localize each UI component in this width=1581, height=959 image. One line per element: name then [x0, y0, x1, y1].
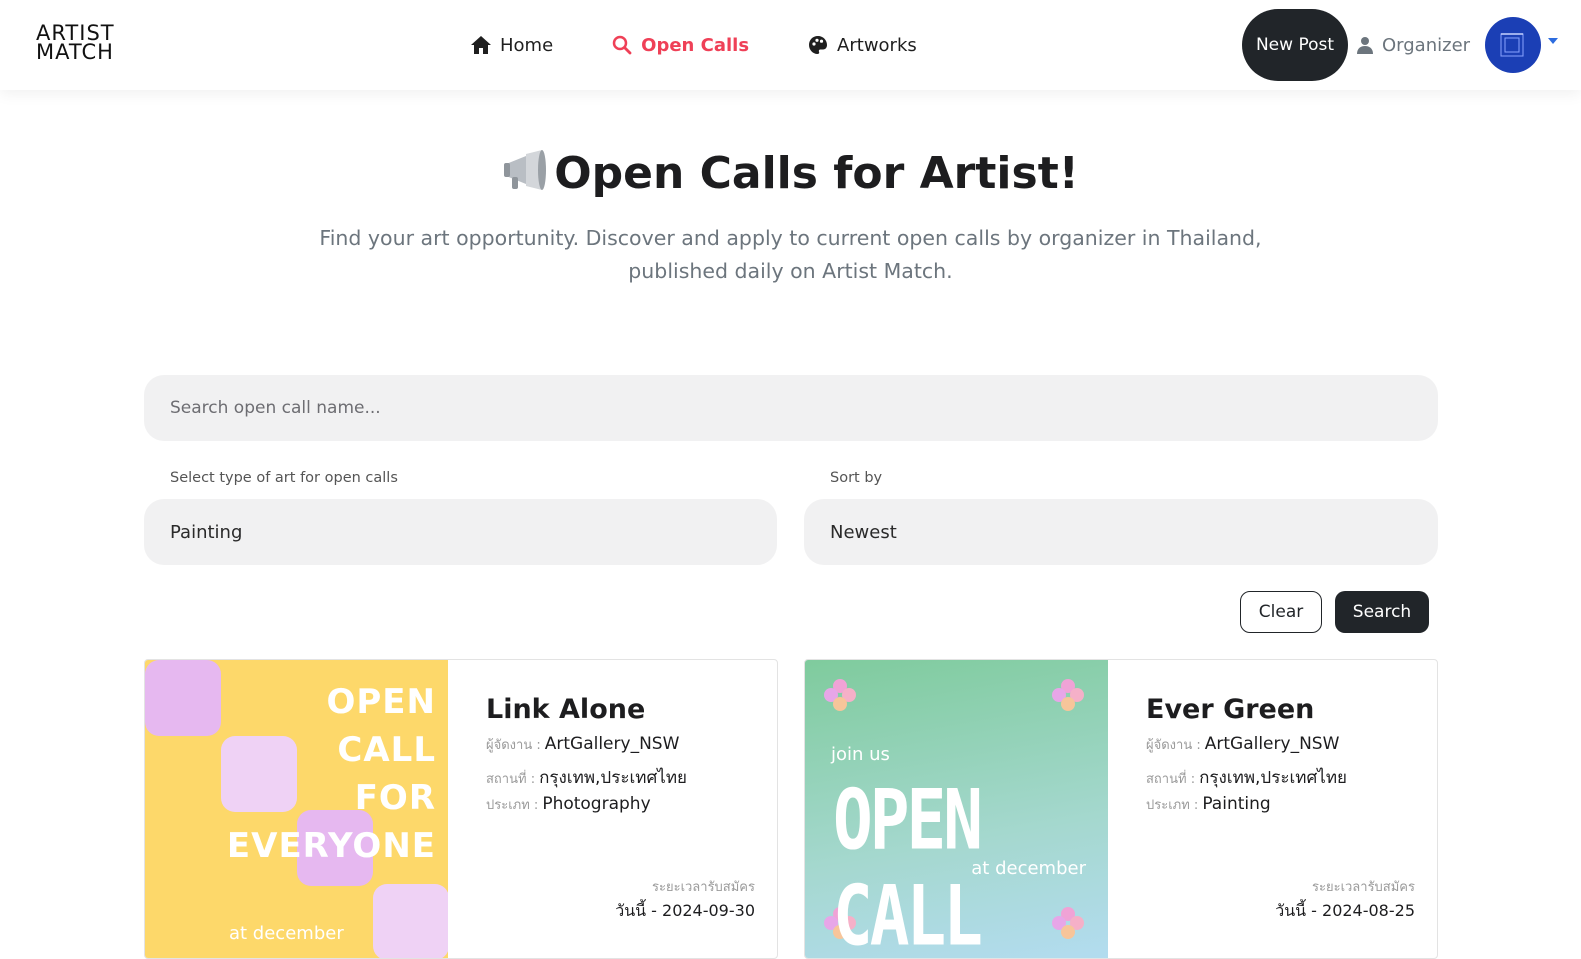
- open-call-card[interactable]: OPEN CALL FOR EVERYONE at december Link …: [144, 659, 778, 959]
- nav-home[interactable]: Home: [470, 34, 553, 56]
- page-subtitle: Find your art opportunity. Discover and …: [319, 226, 1262, 283]
- poster-line-1: OPEN: [326, 682, 436, 722]
- nav-open-calls[interactable]: Open Calls: [611, 34, 749, 56]
- poster-line-3: FOR: [354, 778, 436, 818]
- new-post-button[interactable]: New Post: [1242, 9, 1348, 81]
- card-location: สถานที่ : กรุงเทพ,ประเทศไทย: [1146, 764, 1347, 791]
- navbar: ARTIST MATCH Home Open Calls Artworks Ne…: [0, 0, 1581, 90]
- type-key: ประเภท :: [1146, 798, 1199, 813]
- art-type-select[interactable]: Painting: [144, 499, 777, 565]
- period-value: วันนี้ - 2024-08-25: [1275, 901, 1415, 920]
- location-key: สถานที่ :: [486, 772, 536, 787]
- poster-footer: at december: [229, 923, 344, 944]
- organizer-key: ผู้จัดงาน :: [486, 738, 541, 753]
- card-type: ประเภท : Photography: [486, 794, 651, 815]
- card-title[interactable]: Ever Green: [1146, 694, 1314, 725]
- nav-home-label: Home: [500, 34, 554, 56]
- nav-artworks-label: Artworks: [837, 34, 917, 56]
- flower-icon: [824, 679, 856, 711]
- palette-icon: [807, 34, 829, 56]
- organizer-value: ArtGallery_NSW: [1204, 734, 1340, 754]
- location-value: กรุงเทพ,ประเทศไทย: [1199, 768, 1348, 788]
- poster-top-text: join us: [831, 744, 890, 765]
- open-call-poster: OPEN CALL FOR EVERYONE at december: [145, 660, 448, 958]
- period-label: ระยะเวลารับสมัคร: [652, 880, 755, 895]
- home-icon: [470, 34, 492, 56]
- art-type-label: Select type of art for open calls: [170, 470, 398, 486]
- organizer-key: ผู้จัดงาน :: [1146, 738, 1201, 753]
- type-value: Painting: [1202, 794, 1271, 814]
- card-type: ประเภท : Painting: [1146, 794, 1271, 815]
- avatar[interactable]: [1485, 17, 1541, 73]
- logo-line-2: MATCH: [36, 40, 114, 64]
- period-label: ระยะเวลารับสมัคร: [1312, 880, 1415, 895]
- account-dropdown-caret-icon[interactable]: [1548, 38, 1558, 44]
- poster-footer: at december: [971, 858, 1086, 879]
- organizer-label: Organizer: [1382, 34, 1471, 56]
- card-period: ระยะเวลารับสมัคร วันนี้ - 2024-09-30: [615, 876, 755, 924]
- organizer-value: ArtGallery_NSW: [544, 734, 680, 754]
- search-icon: [611, 34, 633, 56]
- poster-line-2: CALL: [337, 730, 436, 770]
- avatar-logo-icon: [1500, 33, 1524, 57]
- nav-artworks[interactable]: Artworks: [807, 34, 917, 56]
- poster-background: OPEN CALL FOR EVERYONE at december: [145, 660, 448, 958]
- clear-button[interactable]: Clear: [1240, 591, 1322, 633]
- sort-by-select[interactable]: Newest: [804, 499, 1438, 565]
- sort-by-value: Newest: [830, 521, 897, 543]
- card-body: Ever Green ผู้จัดงาน : ArtGallery_NSW สถา…: [1146, 660, 1437, 958]
- nav-open-calls-label: Open Calls: [641, 34, 750, 56]
- main-nav: Home Open Calls Artworks: [470, 0, 975, 90]
- open-call-card[interactable]: join us OPEN CALL at december Ever Green…: [804, 659, 1438, 959]
- organizer-role: Organizer: [1356, 0, 1470, 90]
- search-input[interactable]: [144, 375, 1438, 441]
- sort-by-label: Sort by: [830, 470, 883, 486]
- poster-line-4: EVERYONE: [226, 826, 436, 866]
- location-value: กรุงเทพ,ประเทศไทย: [539, 768, 688, 788]
- open-call-poster: join us OPEN CALL at december: [805, 660, 1108, 958]
- poster-block: [145, 660, 221, 736]
- card-organizer: ผู้จัดงาน : ArtGallery_NSW: [486, 734, 679, 755]
- card-title[interactable]: Link Alone: [486, 694, 645, 725]
- page-title-text: Open Calls for Artist!: [554, 148, 1079, 199]
- card-period: ระยะเวลารับสมัคร วันนี้ - 2024-08-25: [1275, 876, 1415, 924]
- search-button[interactable]: Search: [1335, 591, 1429, 633]
- megaphone-icon: [502, 148, 548, 203]
- card-location: สถานที่ : กรุงเทพ,ประเทศไทย: [486, 764, 687, 791]
- card-body: Link Alone ผู้จัดงาน : ArtGallery_NSW สถา…: [486, 660, 777, 958]
- page-title: Open Calls for Artist!: [0, 148, 1581, 203]
- location-key: สถานที่ :: [1146, 772, 1196, 787]
- user-icon: [1356, 36, 1374, 54]
- artist-match-logo[interactable]: ARTIST MATCH: [36, 23, 128, 66]
- poster-background: join us OPEN CALL at december: [805, 660, 1108, 958]
- period-value: วันนี้ - 2024-09-30: [615, 901, 755, 920]
- type-value: Photography: [542, 794, 651, 814]
- flower-icon: [1052, 679, 1084, 711]
- poster-block: [221, 736, 297, 812]
- card-organizer: ผู้จัดงาน : ArtGallery_NSW: [1146, 734, 1339, 755]
- type-key: ประเภท :: [486, 798, 539, 813]
- art-type-value: Painting: [170, 521, 243, 543]
- poster-block: [373, 884, 448, 958]
